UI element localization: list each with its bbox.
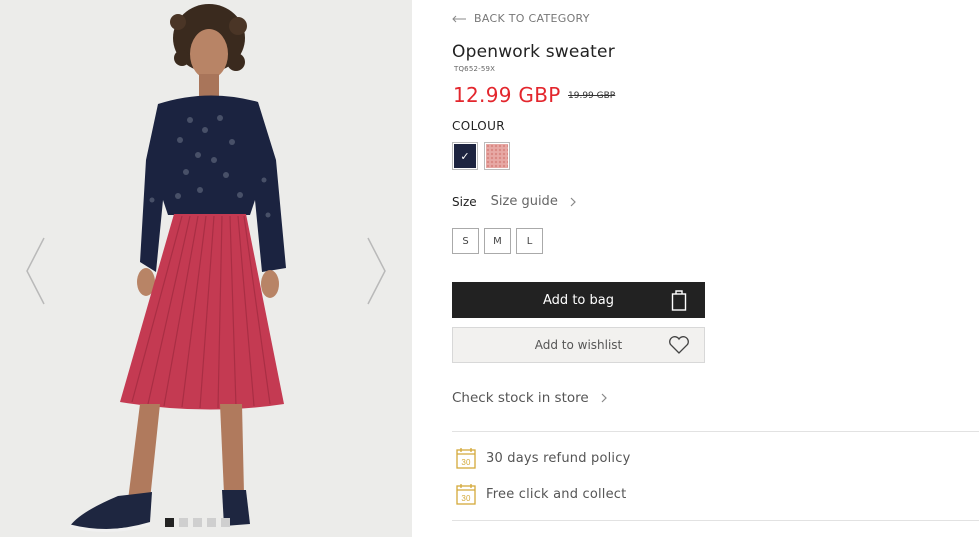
back-link-label: BACK TO CATEGORY	[474, 12, 590, 25]
svg-text:30: 30	[461, 494, 471, 503]
colour-swatch-pink[interactable]	[484, 142, 510, 170]
size-guide-link[interactable]: Size guide	[491, 194, 576, 209]
old-price: 19.99 GBP	[568, 91, 616, 101]
feature-click-collect: 30 Free click and collect	[456, 483, 626, 505]
chevron-right-icon	[601, 393, 607, 403]
product-photo	[69, 4, 286, 532]
check-icon: ✓	[460, 149, 470, 163]
feature-label: 30 days refund policy	[486, 450, 631, 466]
size-row: Size Size guide	[452, 194, 576, 209]
colour-swatch-navy[interactable]: ✓	[452, 142, 478, 170]
check-stock-link[interactable]: Check stock in store	[452, 390, 607, 406]
gallery-prev-arrow[interactable]	[24, 236, 48, 306]
product-title: Openwork sweater	[452, 42, 615, 62]
gallery-dot[interactable]	[179, 518, 188, 527]
gallery-dot[interactable]	[165, 518, 174, 527]
gallery-dot[interactable]	[193, 518, 202, 527]
heart-icon	[669, 336, 689, 354]
gallery-next-arrow[interactable]	[364, 236, 388, 306]
feature-refund-policy: 30 30 days refund policy	[456, 447, 630, 469]
gallery-dot[interactable]	[207, 518, 216, 527]
product-sku: TQ652-59X	[454, 65, 496, 73]
svg-text:30: 30	[461, 458, 471, 467]
check-stock-label: Check stock in store	[452, 390, 589, 406]
shopping-bag-icon	[671, 290, 687, 311]
colour-swatches: ✓	[452, 142, 510, 170]
arrow-left-icon	[452, 15, 466, 22]
chevron-right-icon	[570, 197, 576, 206]
size-option-s[interactable]: S	[452, 228, 479, 254]
divider	[452, 520, 979, 521]
product-details: BACK TO CATEGORY Openwork sweater TQ652-…	[452, 0, 979, 537]
colour-label: COLOUR	[452, 119, 506, 133]
add-to-wishlist-button[interactable]: Add to wishlist	[452, 327, 705, 363]
calendar-30-icon: 30	[456, 484, 476, 505]
size-guide-label: Size guide	[490, 194, 558, 209]
size-option-m[interactable]: M	[484, 228, 511, 254]
current-price: 12.99 GBP	[453, 83, 561, 107]
product-gallery	[0, 0, 412, 537]
chevron-right-icon	[367, 237, 386, 305]
add-to-bag-button[interactable]: Add to bag	[452, 282, 705, 318]
add-to-wishlist-label: Add to wishlist	[534, 338, 623, 352]
size-label: Size	[452, 194, 477, 209]
gallery-pagination	[165, 518, 230, 527]
add-to-bag-label: Add to bag	[543, 292, 614, 308]
chevron-left-icon	[26, 237, 45, 305]
back-to-category-link[interactable]: BACK TO CATEGORY	[452, 12, 590, 25]
gallery-dot[interactable]	[221, 518, 230, 527]
size-options: S M L	[452, 228, 543, 254]
feature-label: Free click and collect	[486, 486, 627, 502]
calendar-30-icon: 30	[456, 448, 476, 469]
divider	[452, 431, 979, 432]
size-option-l[interactable]: L	[516, 228, 543, 254]
